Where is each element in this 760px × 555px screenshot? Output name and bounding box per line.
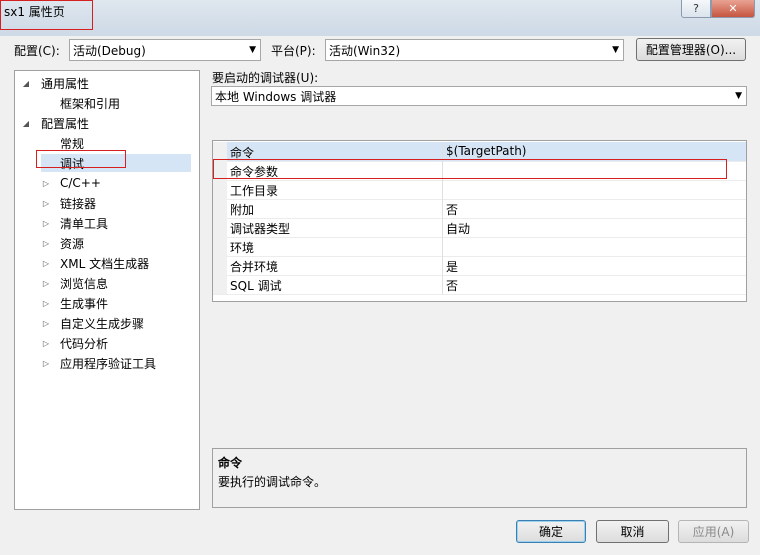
column-divider [442,237,443,256]
tree-item-label: 自定义生成步骤 [60,316,145,331]
tree-item-label: 资源 [60,236,85,251]
tree-highlight-box [36,150,126,168]
config-select[interactable]: 活动(Debug) ▼ [69,39,261,61]
row-margin [213,199,227,218]
help-button[interactable]: ? [681,0,711,18]
property-row[interactable]: 工作目录 [213,180,746,200]
platform-select[interactable]: 活动(Win32) ▼ [325,39,624,61]
property-name: SQL 调试 [230,279,282,293]
apply-button[interactable]: 应用(A) [678,520,749,543]
tree-item[interactable]: ▷ 自定义生成步骤 [41,314,191,332]
tree-item-label: XML 文档生成器 [60,256,150,271]
expand-arrow-icon[interactable]: ▷ [41,259,51,268]
column-divider [442,199,443,218]
property-value[interactable]: 否 [446,201,458,218]
tree-item[interactable]: ▷ XML 文档生成器 [41,254,191,272]
column-divider [442,275,443,294]
tree-item-label: 生成事件 [60,296,109,311]
tree-item[interactable]: 框架和引用 [41,94,191,112]
property-row[interactable]: 附加 否 [213,199,746,219]
row-margin [213,275,227,294]
tree-item[interactable]: ▷ 资源 [41,234,191,252]
expanded-arrow-icon[interactable]: ◢ [21,119,31,128]
tree-item[interactable]: ▷ 代码分析 [41,334,191,352]
config-manager-button[interactable]: 配置管理器(O)... [636,38,746,61]
expand-arrow-icon[interactable]: ▷ [41,239,51,248]
description-title: 命令 [218,456,243,470]
config-value: 活动(Debug) [73,43,146,58]
debugger-value: 本地 Windows 调试器 [215,89,337,104]
property-value[interactable]: 是 [446,258,458,275]
expand-arrow-icon[interactable]: ▷ [41,199,51,208]
property-value[interactable]: $(TargetPath) [446,144,526,158]
tree-item-label: 浏览信息 [60,276,109,291]
chevron-down-icon: ▼ [612,45,619,55]
expanded-arrow-icon[interactable]: ◢ [21,79,31,88]
grid-highlight-box [213,159,727,179]
property-name: 附加 [230,203,255,217]
tree-item-label: 应用程序验证工具 [60,356,157,371]
tree-item[interactable]: ▷ 链接器 [41,194,191,212]
config-label: 配置(C): [14,44,60,58]
property-value[interactable]: 否 [446,277,458,294]
property-name: 调试器类型 [230,222,291,236]
debugger-label: 要启动的调试器(U): [212,71,319,85]
tree-item-label: 代码分析 [60,336,109,351]
row-margin [213,218,227,237]
row-margin [213,256,227,275]
property-value[interactable]: 自动 [446,220,470,237]
column-divider [442,218,443,237]
expand-arrow-icon[interactable]: ▷ [41,319,51,328]
property-name: 工作目录 [230,184,279,198]
close-button[interactable]: ✕ [711,0,755,18]
tree-item[interactable]: ▷ 生成事件 [41,294,191,312]
expand-arrow-icon[interactable]: ▷ [41,359,51,368]
property-row[interactable]: SQL 调试 否 [213,275,746,295]
help-icon: ? [693,2,699,15]
expand-arrow-icon[interactable]: ▷ [41,179,51,188]
close-icon: ✕ [728,2,738,15]
tree-item[interactable]: ▷ C/C++ [41,174,191,192]
tree-item-label: 通用属性 [41,76,90,91]
property-name: 环境 [230,241,255,255]
row-margin [213,180,227,199]
platform-label: 平台(P): [271,44,316,58]
column-divider [442,256,443,275]
tree-item-label: 配置属性 [41,116,90,131]
tree-item[interactable]: ◢ 通用属性 [21,74,191,92]
title-highlight-box [0,0,93,30]
description-text: 要执行的调试命令。 [218,475,327,489]
expand-arrow-icon[interactable]: ▷ [41,339,51,348]
tree-item[interactable]: ◢ 配置属性 [21,114,191,132]
title-bar [0,0,760,36]
property-row[interactable]: 合并环境 是 [213,256,746,276]
expand-arrow-icon[interactable]: ▷ [41,279,51,288]
tree-item-label: C/C++ [60,176,101,190]
property-name: 合并环境 [230,260,279,274]
expand-arrow-icon[interactable]: ▷ [41,219,51,228]
property-row[interactable]: 调试器类型 自动 [213,218,746,238]
property-tree: ◢ 通用属性 框架和引用 ◢ 配置属性 常规 调试 ▷ C/C++ ▷ 链接器 ▷ 清单工具 ▷ 资源 ▷ XM… [14,70,200,510]
tree-item[interactable]: ▷ 浏览信息 [41,274,191,292]
ok-button[interactable]: 确定 [516,520,586,543]
property-row[interactable]: 环境 [213,237,746,257]
description-panel: 命令 要执行的调试命令。 [212,448,747,508]
platform-value: 活动(Win32) [329,43,401,58]
expand-arrow-icon[interactable]: ▷ [41,299,51,308]
tree-item-label: 清单工具 [60,216,109,231]
row-margin [213,237,227,256]
tree-item[interactable]: ▷ 清单工具 [41,214,191,232]
chevron-down-icon: ▼ [249,45,256,55]
column-divider [442,180,443,199]
tree-item-label: 链接器 [60,196,97,211]
cancel-button[interactable]: 取消 [596,520,669,543]
tree-item[interactable]: ▷ 应用程序验证工具 [41,354,191,372]
tree-item-label: 常规 [60,136,85,151]
chevron-down-icon: ▼ [735,91,742,101]
debugger-select[interactable]: 本地 Windows 调试器 ▼ [211,86,747,106]
tree-item-label: 框架和引用 [60,96,121,111]
